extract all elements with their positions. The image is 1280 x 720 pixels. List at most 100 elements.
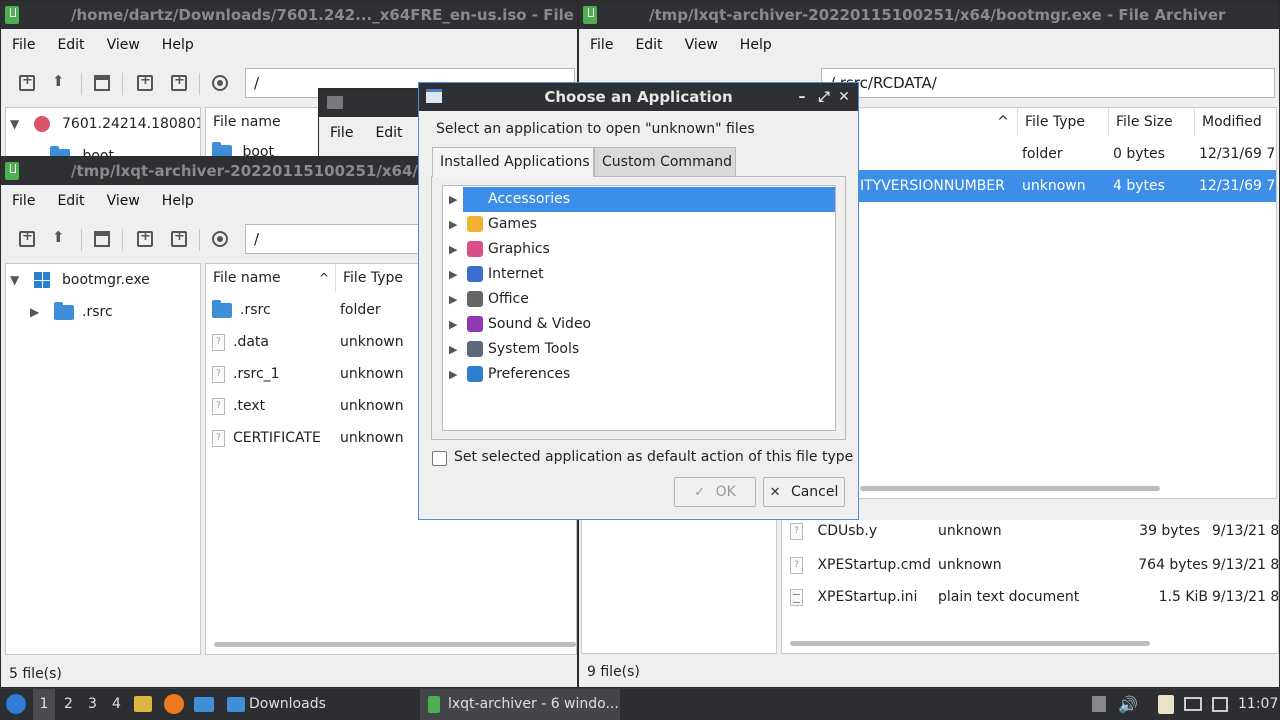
category-item[interactable]: ▶ Internet bbox=[443, 262, 835, 287]
menu-edit[interactable]: Edit bbox=[46, 185, 95, 217]
chevron-right-icon[interactable]: ▶ bbox=[449, 337, 457, 362]
column-header-file-name[interactable]: File name bbox=[206, 108, 316, 136]
archiver-window-xpe[interactable]: ? CDUsb.y unknown 39 bytes 9/13/21 8 ? X… bbox=[578, 520, 1280, 688]
category-item[interactable]: ▶ Accessories bbox=[443, 187, 835, 212]
menu-help[interactable]: Help bbox=[151, 29, 205, 61]
chevron-right-icon[interactable]: ▶ bbox=[449, 212, 457, 237]
desktop-2[interactable]: 2 bbox=[64, 689, 73, 720]
show-desktop-icon[interactable] bbox=[194, 697, 214, 712]
window-titlebar[interactable]: /tmp/lxqt-archiver-20220115100251/x64/bo… bbox=[579, 1, 1279, 29]
table-row[interactable]: ? CDUsb.y unknown 39 bytes 9/13/21 8 bbox=[782, 520, 1278, 545]
chevron-down-icon[interactable]: ▼ bbox=[10, 110, 19, 138]
desktop-3[interactable]: 3 bbox=[88, 689, 97, 720]
choose-application-dialog[interactable]: Choose an Application – ⤢ ✕ Select an ap… bbox=[418, 82, 859, 520]
tray-arrow-icon[interactable] bbox=[1092, 696, 1106, 712]
menu-view[interactable]: View bbox=[674, 29, 729, 61]
folder-tree: ▼ bootmgr.exe ▶ .rsrc bbox=[5, 263, 201, 655]
start-menu-icon[interactable] bbox=[6, 694, 26, 714]
desktop-1[interactable]: 1 bbox=[33, 689, 55, 720]
internet-icon bbox=[467, 266, 483, 282]
tab-custom-command[interactable]: Custom Command bbox=[594, 147, 736, 177]
display-icon[interactable] bbox=[1184, 697, 1202, 711]
stop-icon[interactable] bbox=[212, 75, 228, 91]
dialog-prompt: Select an application to open "unknown" … bbox=[436, 121, 755, 137]
chevron-right-icon[interactable]: ▶ bbox=[449, 287, 457, 312]
menu-edit[interactable]: Edit bbox=[46, 29, 95, 61]
cancel-button[interactable]: ✕ Cancel bbox=[763, 477, 845, 507]
horizontal-scrollbar[interactable] bbox=[214, 642, 576, 647]
column-header-modified[interactable]: Modified bbox=[1195, 108, 1276, 136]
list-item: .rsrc bbox=[212, 294, 271, 326]
clock[interactable]: 11:07 bbox=[1238, 689, 1278, 720]
tab-installed-applications[interactable]: Installed Applications bbox=[432, 147, 594, 177]
application-tree: ▶ Accessories ▶ Games ▶ Graphics ▶ Internet ▶ Off… bbox=[442, 185, 836, 431]
category-item[interactable]: ▶ Office bbox=[443, 287, 835, 312]
chevron-right-icon[interactable]: ▶ bbox=[449, 262, 457, 287]
go-up-icon[interactable] bbox=[52, 228, 68, 247]
desktop-4[interactable]: 4 bbox=[112, 689, 121, 720]
column-header-file-size[interactable]: File Size bbox=[1109, 108, 1195, 136]
menu-help[interactable]: Help bbox=[729, 29, 783, 61]
chevron-right-icon[interactable]: ▶ bbox=[449, 362, 457, 387]
volume-icon[interactable]: 🔊 bbox=[1118, 689, 1138, 720]
window-titlebar[interactable]: /home/dartz/Downloads/7601.242..._x64FRE… bbox=[1, 1, 577, 29]
default-action-label[interactable]: Set selected application as default acti… bbox=[454, 449, 853, 465]
file-name: .text bbox=[233, 398, 266, 414]
category-item[interactable]: ▶ Sound & Video bbox=[443, 312, 835, 337]
add-folder-icon[interactable] bbox=[171, 73, 187, 91]
firefox-icon[interactable] bbox=[164, 694, 184, 714]
menu-edit[interactable]: Edit bbox=[364, 117, 413, 149]
ok-button[interactable]: ✓ OK bbox=[674, 477, 756, 507]
new-archive-icon[interactable] bbox=[19, 73, 35, 91]
file-manager-icon[interactable] bbox=[134, 696, 152, 712]
tree-item-bootmgr[interactable]: ▼ bootmgr.exe bbox=[10, 266, 200, 294]
column-header-file-type[interactable]: File Type bbox=[1018, 108, 1109, 136]
category-item[interactable]: ▶ Games bbox=[443, 212, 835, 237]
menu-file[interactable]: File bbox=[579, 29, 624, 61]
folder-icon bbox=[212, 299, 232, 318]
horizontal-scrollbar[interactable] bbox=[790, 641, 1150, 646]
menu-view[interactable]: View bbox=[96, 29, 151, 61]
maximize-icon[interactable]: ⤢ bbox=[816, 83, 832, 111]
new-archive-icon[interactable] bbox=[19, 229, 35, 247]
extract-icon[interactable] bbox=[94, 231, 110, 247]
add-files-icon[interactable] bbox=[137, 229, 153, 247]
menu-file[interactable]: File bbox=[1, 29, 46, 61]
go-up-icon[interactable] bbox=[52, 72, 68, 91]
menu-view[interactable]: View bbox=[96, 185, 151, 217]
column-header-file-name[interactable]: File name ^ bbox=[206, 264, 336, 292]
chevron-right-icon[interactable]: ▶ bbox=[30, 298, 39, 326]
stop-icon[interactable] bbox=[212, 231, 228, 247]
close-icon[interactable]: ✕ bbox=[836, 83, 852, 111]
chevron-right-icon[interactable]: ▶ bbox=[449, 312, 457, 337]
network-icon[interactable] bbox=[1212, 697, 1228, 712]
archiver-window-small[interactable]: File Edit bbox=[318, 88, 420, 158]
menu-help[interactable]: Help bbox=[151, 185, 205, 217]
add-folder-icon[interactable] bbox=[171, 229, 187, 247]
add-files-icon[interactable] bbox=[137, 73, 153, 91]
minimize-icon[interactable]: – bbox=[794, 83, 810, 111]
menu-file[interactable]: File bbox=[1, 185, 46, 217]
default-action-checkbox[interactable] bbox=[432, 451, 447, 466]
location-input[interactable]: /.rsrc/RCDATA/ bbox=[821, 68, 1275, 98]
menubar: File Edit View Help bbox=[1, 29, 577, 61]
category-item[interactable]: ▶ System Tools bbox=[443, 337, 835, 362]
downloads-task[interactable]: Downloads bbox=[249, 689, 326, 720]
extract-icon[interactable] bbox=[94, 75, 110, 91]
clipboard-icon[interactable] bbox=[1158, 695, 1174, 714]
category-item[interactable]: ▶ Graphics bbox=[443, 237, 835, 262]
cancel-label: Cancel bbox=[790, 484, 839, 500]
table-row[interactable]: ? XPEStartup.cmd unknown 764 bytes 9/13/… bbox=[782, 549, 1278, 581]
table-row[interactable]: XPEStartup.ini plain text document 1.5 K… bbox=[782, 581, 1278, 613]
tree-item-rsrc[interactable]: ▶ .rsrc bbox=[30, 298, 200, 326]
chevron-right-icon[interactable]: ▶ bbox=[449, 187, 457, 212]
menu-edit[interactable]: Edit bbox=[624, 29, 673, 61]
horizontal-scrollbar[interactable] bbox=[860, 486, 1160, 491]
category-item[interactable]: ▶ Preferences bbox=[443, 362, 835, 387]
menu-file[interactable]: File bbox=[319, 117, 364, 149]
window-titlebar[interactable] bbox=[319, 89, 419, 117]
category-label-wrap: Internet bbox=[463, 262, 835, 287]
chevron-right-icon[interactable]: ▶ bbox=[449, 237, 457, 262]
dialog-titlebar[interactable]: Choose an Application – ⤢ ✕ bbox=[419, 83, 858, 111]
chevron-down-icon[interactable]: ▼ bbox=[10, 266, 19, 294]
